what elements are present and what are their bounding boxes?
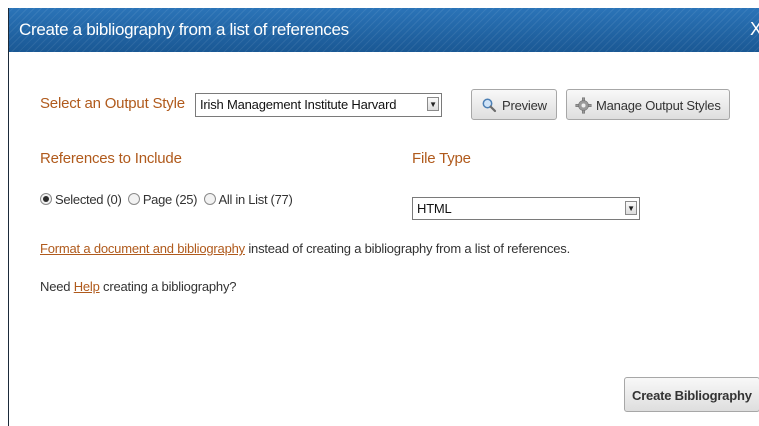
format-document-link[interactable]: Format a document and bibliography (40, 241, 245, 256)
create-bibliography-button[interactable]: Create Bibliography (624, 377, 759, 412)
format-line: Format a document and bibliography inste… (40, 241, 570, 256)
chevron-down-icon[interactable]: ▼ (427, 97, 439, 111)
help-link[interactable]: Help (74, 279, 100, 294)
radio-all-in-list-label: All in List (77) (218, 192, 293, 207)
manage-output-styles-label: Manage Output Styles (596, 98, 721, 113)
close-button[interactable]: X (750, 19, 759, 40)
help-suffix: creating a bibliography? (99, 279, 237, 294)
references-label: References to Include (40, 150, 182, 167)
file-type-label: File Type (412, 150, 471, 167)
preview-button[interactable]: Preview (471, 89, 557, 120)
magnifier-icon (481, 97, 497, 116)
help-line: Need Help creating a bibliography? (40, 279, 236, 294)
manage-output-styles-button[interactable]: Manage Output Styles (566, 89, 730, 120)
radio-page[interactable]: Page (25) (127, 192, 198, 207)
output-style-value: Irish Management Institute Harvard (200, 97, 397, 112)
format-line-rest: instead of creating a bibliography from … (244, 241, 570, 256)
file-type-value: HTML (417, 201, 452, 216)
file-type-select[interactable]: HTML ▼ (412, 197, 640, 220)
references-options: Selected (0) Page (25) All in List (77) (40, 192, 293, 207)
dialog-titlebar: Create a bibliography from a list of ref… (9, 8, 759, 52)
gear-icon (575, 97, 592, 117)
preview-label: Preview (502, 98, 547, 113)
radio-page-label: Page (25) (142, 192, 198, 207)
radio-selected-control[interactable] (40, 193, 52, 205)
output-style-label: Select an Output Style (40, 95, 185, 112)
help-prefix: Need (40, 279, 74, 294)
chevron-down-icon[interactable]: ▼ (625, 201, 637, 215)
bibliography-dialog: Create a bibliography from a list of ref… (8, 8, 759, 426)
dialog-title: Create a bibliography from a list of ref… (19, 20, 349, 39)
output-style-select[interactable]: Irish Management Institute Harvard ▼ (195, 93, 442, 117)
create-bibliography-label: Create Bibliography (632, 388, 752, 403)
radio-selected-label: Selected (0) (55, 192, 122, 207)
radio-page-control[interactable] (127, 193, 140, 205)
radio-all-in-list[interactable]: All in List (77) (203, 192, 293, 207)
radio-selected[interactable]: Selected (0) (40, 192, 122, 207)
radio-all-in-list-control[interactable] (203, 193, 216, 205)
